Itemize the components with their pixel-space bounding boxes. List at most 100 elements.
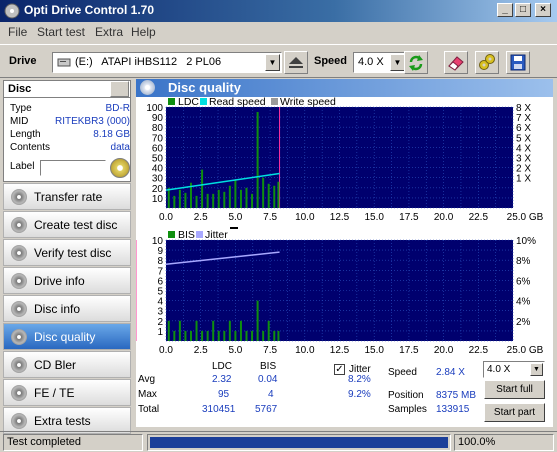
disc-icon: [11, 189, 27, 205]
start-part-button[interactable]: Start part: [484, 403, 545, 422]
drive-label: Drive: [9, 55, 37, 67]
test-speed-select[interactable]: 4.0 X ▼: [483, 361, 545, 378]
sidebar-item-verify-test-disc[interactable]: Verify test disc: [3, 239, 131, 266]
disc-icon: [11, 245, 27, 261]
disc-label-input[interactable]: [40, 160, 106, 176]
sidebar-item-label: Disc quality: [34, 330, 96, 344]
stats-avg-bis: 0.04: [258, 374, 278, 385]
x-tick-label: 2.5: [194, 212, 208, 223]
x-tick-label: 10.0: [295, 345, 315, 356]
settings-button[interactable]: [475, 51, 499, 74]
y-tick-label-right: 10%: [516, 236, 536, 247]
disc-label-button[interactable]: [110, 158, 130, 178]
erase-button[interactable]: [444, 51, 468, 74]
legend-label: BIS: [178, 229, 195, 241]
speed-stat-value: 2.84 X: [436, 367, 465, 378]
sidebar-item-label: Verify test disc: [34, 246, 112, 260]
legend-label: Write speed: [280, 97, 336, 108]
info-value: RITEKBR3 (000): [54, 116, 130, 127]
maximize-button[interactable]: □: [515, 3, 531, 17]
label-key: Label: [10, 161, 35, 172]
refresh-button[interactable]: [404, 51, 428, 74]
info-key: Contents: [10, 142, 51, 153]
title-bar: Opti Drive Control 1.70 _ □ ×: [0, 0, 557, 22]
y-tick-label: 1: [157, 327, 163, 338]
sidebar-item-drive-info[interactable]: Drive info: [3, 267, 131, 294]
y-tick-label-right: 8%: [516, 256, 531, 267]
page-title: Disc quality: [168, 80, 241, 95]
eject-icon: [289, 57, 303, 68]
sidebar-item-cd-bler[interactable]: CD Bler: [3, 351, 131, 378]
sidebar-item-label: Transfer rate: [34, 190, 103, 204]
y-tick-label-right: 2%: [516, 317, 531, 328]
info-value: BD-R: [105, 103, 130, 114]
stats-max-ldc: 95: [218, 389, 230, 400]
sidebar-item-disc-quality[interactable]: Disc quality: [3, 323, 131, 350]
x-tick-label: 10.0: [295, 212, 315, 223]
legend-swatch-ldc: [168, 98, 175, 105]
disc-info-panel: Type BD-R MID RITEKBR3 (000) Length 8.18…: [3, 98, 131, 182]
charts-area: 1009080706050403020108 X7 X6 X5 X4 X3 X2…: [136, 97, 544, 356]
sidebar-item-label: Extra tests: [34, 414, 91, 428]
stats-total-bis: 5767: [255, 404, 278, 415]
x-tick-label: 15.0: [364, 212, 384, 223]
x-tick-label: 25.0 GB: [507, 212, 544, 223]
sidebar-item-create-test-disc[interactable]: Create test disc: [3, 211, 131, 238]
menu-bar: File Start test Extra Help: [0, 22, 557, 42]
minimize-button[interactable]: _: [497, 3, 513, 17]
drive-select[interactable]: (E:) ATAPI iHBS112 2 PL06 ▼: [52, 52, 282, 73]
status-text: Test completed: [3, 434, 143, 451]
start-full-button[interactable]: Start full: [484, 380, 545, 399]
disc-icon: [11, 329, 27, 345]
disc-icon: [11, 217, 27, 233]
x-tick-label: 20.0: [434, 212, 454, 223]
eject-button[interactable]: [284, 51, 308, 74]
menu-file[interactable]: File: [8, 25, 27, 39]
sidebar-item-extra-tests[interactable]: Extra tests: [3, 407, 131, 434]
samples-label: Samples: [388, 404, 427, 415]
save-icon: [510, 54, 526, 71]
info-value: data: [110, 142, 130, 153]
speed-select[interactable]: 4.0 X ▼: [353, 52, 407, 73]
save-button[interactable]: [506, 51, 530, 74]
speed-label: Speed: [314, 55, 348, 67]
gear-icon: [479, 54, 495, 70]
sidebar-item-transfer-rate[interactable]: Transfer rate: [3, 183, 131, 210]
disc-info-row: Length 8.18 GB: [10, 129, 130, 142]
menu-start-test[interactable]: Start test: [37, 25, 85, 39]
progress-bar: [147, 434, 451, 451]
x-tick-label: 25.0 GB: [507, 345, 544, 356]
y-tick-label-right: 1 X: [516, 174, 531, 185]
disc-panel-toggle-button[interactable]: [110, 81, 129, 97]
sidebar-item-fe-te[interactable]: FE / TE: [3, 379, 131, 406]
legend-label: LDC: [178, 97, 199, 108]
x-tick-label: 0.0: [159, 345, 173, 356]
disc-icon: [11, 301, 27, 317]
status-bar: Test completed 100.0%: [0, 431, 557, 452]
x-tick-label: 15.0: [364, 345, 384, 356]
window-title: Opti Drive Control 1.70: [24, 3, 155, 17]
disc-header-label: Disc: [8, 83, 32, 95]
stats-max-jitter: 9.2%: [348, 389, 371, 400]
disc-quality-icon: [140, 80, 155, 95]
y-tick-label-right: 6%: [516, 276, 531, 287]
disc-info-row: Type BD-R: [10, 103, 130, 116]
legend-swatch-jitter: [196, 231, 203, 238]
stats-header-ldc: LDC: [212, 361, 233, 372]
main-header: Disc quality: [136, 79, 553, 97]
disc-icon: [11, 385, 27, 401]
sidebar-item-disc-info[interactable]: Disc info: [3, 295, 131, 322]
menu-help[interactable]: Help: [131, 25, 156, 39]
speed-select-value: 4.0 X: [358, 56, 384, 68]
sidebar-item-label: Create test disc: [34, 218, 118, 232]
legend-label: Jitter: [205, 229, 228, 241]
speed-stat-label: Speed: [388, 367, 417, 378]
close-button[interactable]: ×: [535, 3, 551, 17]
legend-label: Read speed: [209, 97, 266, 108]
jitter-checkbox[interactable]: ✓: [334, 364, 345, 375]
x-tick-label: 12.5: [330, 345, 350, 356]
x-tick-label: 17.5: [399, 212, 419, 223]
menu-extra[interactable]: Extra: [95, 25, 123, 39]
sidebar-item-label: Drive info: [34, 274, 85, 288]
legend-swatch-read-speed: [200, 98, 207, 105]
